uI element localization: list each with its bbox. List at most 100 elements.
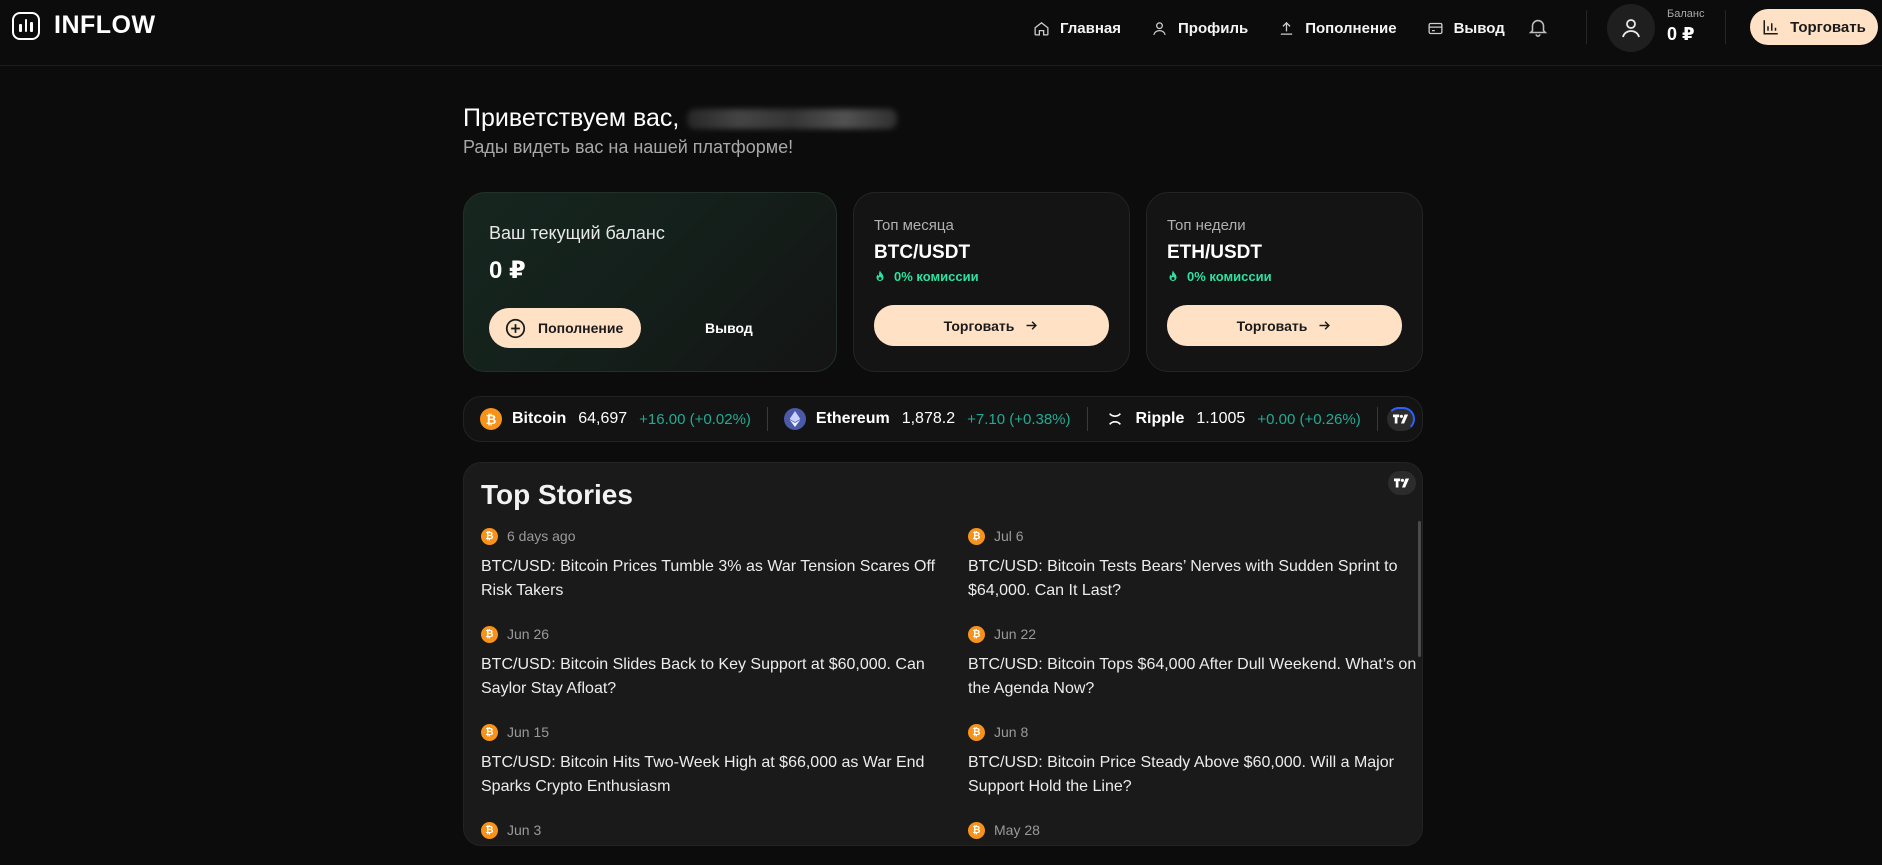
greeting-title: Приветствуем вас, [463, 104, 898, 133]
upload-icon [1281, 21, 1293, 35]
home-icon [1034, 21, 1049, 36]
story-item[interactable]: ₿ Jun 15 BTC/USD: Bitcoin Hits Two-Week H… [481, 723, 951, 799]
bitcoin-icon: ₿ [968, 527, 985, 545]
top-stories-title: Top Stories [481, 479, 633, 510]
nav-deposit[interactable]: Пополнение [1278, 18, 1397, 38]
story-headline: BTC/USD: Bitcoin Slides Back to Key Supp… [481, 656, 925, 697]
story-item[interactable]: ₿ May 28 [968, 821, 1422, 839]
top-month-fee: 0% комиссии [874, 269, 979, 284]
top-week-fee-text: 0% комиссии [1187, 269, 1272, 284]
top-month-trade-button[interactable]: Торговать [874, 305, 1109, 346]
story-headline: BTC/USD: Bitcoin Prices Tumble 3% as War… [481, 558, 936, 599]
top-month-trade-label: Торговать [943, 317, 1015, 334]
top-month-fee-text: 0% комиссии [894, 269, 979, 284]
app-root: INFLOW Главная Профиль Пополнение Вывод [0, 0, 1882, 865]
nav-withdraw[interactable]: Вывод [1427, 18, 1505, 38]
ticker-price: 1,878.2 [901, 410, 956, 427]
story-date: 6 days ago [507, 528, 576, 544]
arrow-right-icon [1319, 321, 1331, 330]
story-date: Jun 3 [507, 822, 542, 838]
greeting-text: Приветствуем вас, [463, 104, 680, 132]
story-headline: BTC/USD: Bitcoin Tops $64,000 After Dull… [968, 656, 1417, 697]
plus-circle-icon [505, 318, 526, 338]
user-icon [1622, 19, 1640, 38]
wallet-icon [1428, 22, 1443, 34]
price-ticker: ₿ Bitcoin 64,697 +16.00 (+0.02%) Ethereu… [463, 396, 1423, 442]
greeting-subtitle: Рады видеть вас на нашей платформе! [463, 137, 794, 157]
fire-icon [876, 270, 884, 281]
ticker-separator [1086, 407, 1088, 431]
tradingview-logo-icon[interactable] [1388, 471, 1416, 495]
top-week-trade-button[interactable]: Торговать [1167, 305, 1402, 346]
avatar[interactable] [1607, 4, 1655, 52]
top-month-pair: BTC/USDT [874, 242, 971, 263]
tradingview-logo-icon[interactable] [1387, 407, 1415, 431]
chart-bars-icon [1763, 20, 1778, 35]
ethereum-icon [783, 408, 806, 430]
balance-card-value: 0 ₽ [489, 257, 526, 284]
story-date: May 28 [994, 822, 1040, 838]
ticker-item-ethereum[interactable]: Ethereum 1,878.2 +7.10 (+0.38%) [783, 396, 1071, 442]
nav-profile-label: Профиль [1178, 19, 1249, 37]
header-divider [1725, 10, 1726, 44]
story-date: Jun 8 [994, 724, 1029, 740]
ticker-item-ripple[interactable]: Ripple 1.1005 +0.00 (+0.26%) [1104, 396, 1361, 442]
ticker-separator [766, 407, 768, 431]
ticker-name: Bitcoin [512, 410, 567, 427]
logo[interactable]: INFLOW [12, 11, 156, 40]
top-week-trade-label: Торговать [1236, 317, 1308, 334]
story-headline: BTC/USD: Bitcoin Price Steady Above $60,… [968, 754, 1394, 795]
story-item[interactable]: ₿ 6 days ago BTC/USD: Bitcoin Prices Tumb… [481, 527, 951, 603]
bitcoin-icon: ₿ [481, 723, 498, 741]
story-headline: BTC/USD: Bitcoin Hits Two-Week High at $… [481, 754, 925, 795]
top-month-label: Топ месяца [874, 217, 954, 234]
main-nav: Главная Профиль Пополнение Вывод [1033, 18, 1535, 38]
ticker-change: +7.10 (+0.38%) [967, 410, 1071, 428]
trade-button-label: Торговать [1790, 18, 1866, 36]
ticker-price: 1.1005 [1196, 410, 1246, 427]
story-date: Jul 6 [994, 528, 1024, 544]
bitcoin-icon: ₿ [481, 625, 498, 643]
story-headline: BTC/USD: Bitcoin Tests Bears’ Nerves wit… [968, 558, 1398, 599]
top-month-card: Топ месяца BTC/USDT 0% комиссии Торговат… [853, 192, 1130, 372]
story-date: Jun 22 [994, 626, 1037, 642]
top-week-label: Топ недели [1167, 217, 1246, 234]
story-date: Jun 15 [507, 724, 550, 740]
story-date: Jun 26 [507, 626, 550, 642]
top-week-pair: ETH/USDT [1167, 242, 1262, 263]
story-item[interactable]: ₿ Jun 3 [481, 821, 951, 839]
header-divider [1586, 10, 1587, 44]
ripple-icon [1104, 408, 1126, 430]
story-item[interactable]: ₿ Jun 26 BTC/USD: Bitcoin Slides Back to … [481, 625, 951, 701]
bitcoin-icon: ₿ [481, 527, 498, 545]
story-item[interactable]: ₿ Jul 6 BTC/USD: Bitcoin Tests Bears’ Ner… [968, 527, 1422, 603]
ticker-separator [1376, 407, 1378, 431]
ticker-name: Ethereum [815, 410, 890, 427]
bitcoin-icon: ₿ [968, 723, 985, 741]
top-stories-panel: Top Stories ₿ 6 days ago BTC/USD: Bitcoin… [463, 462, 1423, 846]
top-week-card: Топ недели ETH/USDT 0% комиссии Торговат… [1146, 192, 1423, 372]
nav-deposit-label: Пополнение [1305, 19, 1397, 37]
nav-withdraw-label: Вывод [1453, 19, 1505, 37]
fire-icon [1169, 270, 1177, 281]
bitcoin-icon: ₿ [481, 821, 498, 839]
ticker-price: 64,697 [578, 410, 628, 427]
trade-button[interactable]: Торговать [1750, 9, 1878, 45]
logo-bars-icon [12, 11, 40, 40]
blurred-username [687, 108, 898, 129]
balance-card: Ваш текущий баланс 0 ₽ Пополнение Вывод [463, 192, 837, 372]
bitcoin-icon: ₿ [480, 408, 502, 430]
ticker-item-bitcoin[interactable]: ₿ Bitcoin 64,697 +16.00 (+0.02%) [480, 396, 751, 442]
deposit-button[interactable]: Пополнение [489, 308, 641, 348]
withdraw-button[interactable]: Вывод [705, 320, 753, 336]
nav-profile[interactable]: Профиль [1151, 18, 1248, 38]
story-item[interactable]: ₿ Jun 8 BTC/USD: Bitcoin Price Steady Abo… [968, 723, 1422, 799]
top-week-fee: 0% комиссии [1167, 269, 1272, 284]
story-item[interactable]: ₿ Jun 22 BTC/USD: Bitcoin Tops $64,000 Af… [968, 625, 1422, 701]
ticker-name: Ripple [1135, 410, 1185, 427]
ticker-change: +0.00 (+0.26%) [1257, 410, 1361, 428]
nav-home-label: Главная [1060, 19, 1122, 37]
nav-home[interactable]: Главная [1033, 18, 1121, 38]
bell-icon[interactable] [1527, 16, 1549, 38]
deposit-button-label: Пополнение [538, 320, 624, 336]
